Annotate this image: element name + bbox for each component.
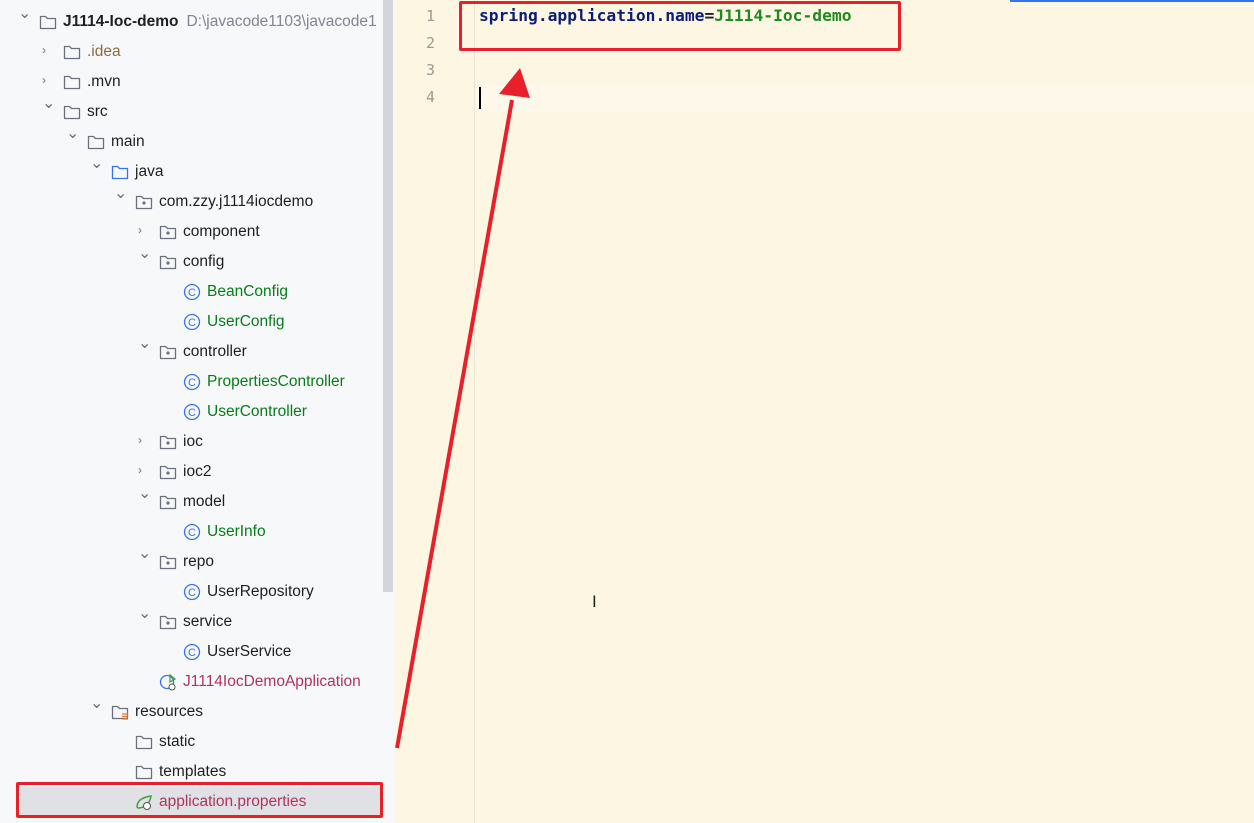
arrow-shaft: [395, 99, 514, 749]
arrow-head: [499, 68, 530, 98]
annotation-arrow: [395, 68, 530, 749]
